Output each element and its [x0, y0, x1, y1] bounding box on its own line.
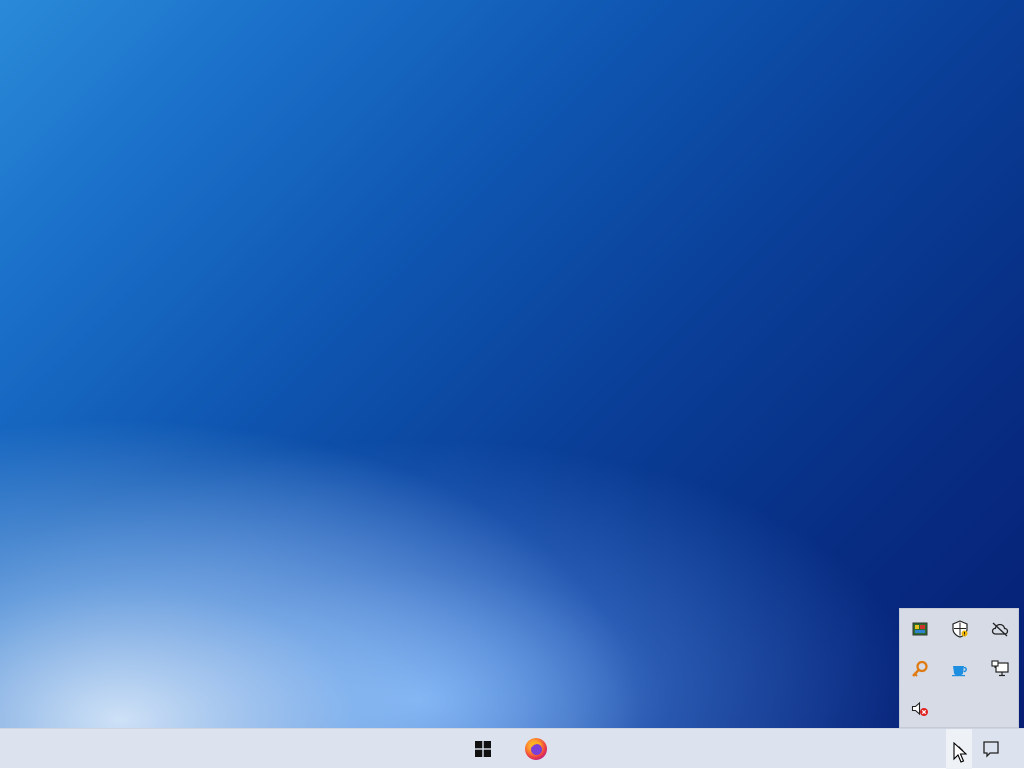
tray-overflow-panel [899, 608, 1019, 728]
firefox-taskbar-button[interactable] [516, 729, 556, 769]
security-shield-icon [952, 620, 968, 638]
cloud-offline-icon [991, 622, 1009, 637]
tray-icon-network[interactable] [980, 649, 1020, 689]
chevron-up-icon [954, 746, 964, 752]
notification-icon [983, 741, 999, 758]
tray-empty-cell [980, 689, 1020, 729]
tray-icon-cup[interactable] [940, 649, 980, 689]
tray-icon-volume[interactable] [900, 689, 940, 729]
windows-start-icon [475, 741, 491, 757]
key-icon [912, 660, 928, 677]
speaker-muted-icon [911, 701, 928, 716]
taskbar [0, 728, 1024, 769]
tray-icon-security[interactable] [940, 609, 980, 649]
action-center-button[interactable] [976, 729, 1006, 769]
desktop-wallpaper [0, 0, 1024, 728]
image-app-icon [912, 622, 928, 636]
firefox-icon [525, 738, 547, 760]
tray-icon-cloud[interactable] [980, 609, 1020, 649]
cup-icon [952, 666, 967, 677]
tray-icon-key[interactable] [900, 649, 940, 689]
network-monitor-icon [991, 660, 1009, 677]
tray-empty-cell [940, 689, 980, 729]
tray-icon-image-app[interactable] [900, 609, 940, 649]
start-button[interactable] [463, 729, 503, 769]
show-hidden-icons-button[interactable] [946, 729, 972, 769]
